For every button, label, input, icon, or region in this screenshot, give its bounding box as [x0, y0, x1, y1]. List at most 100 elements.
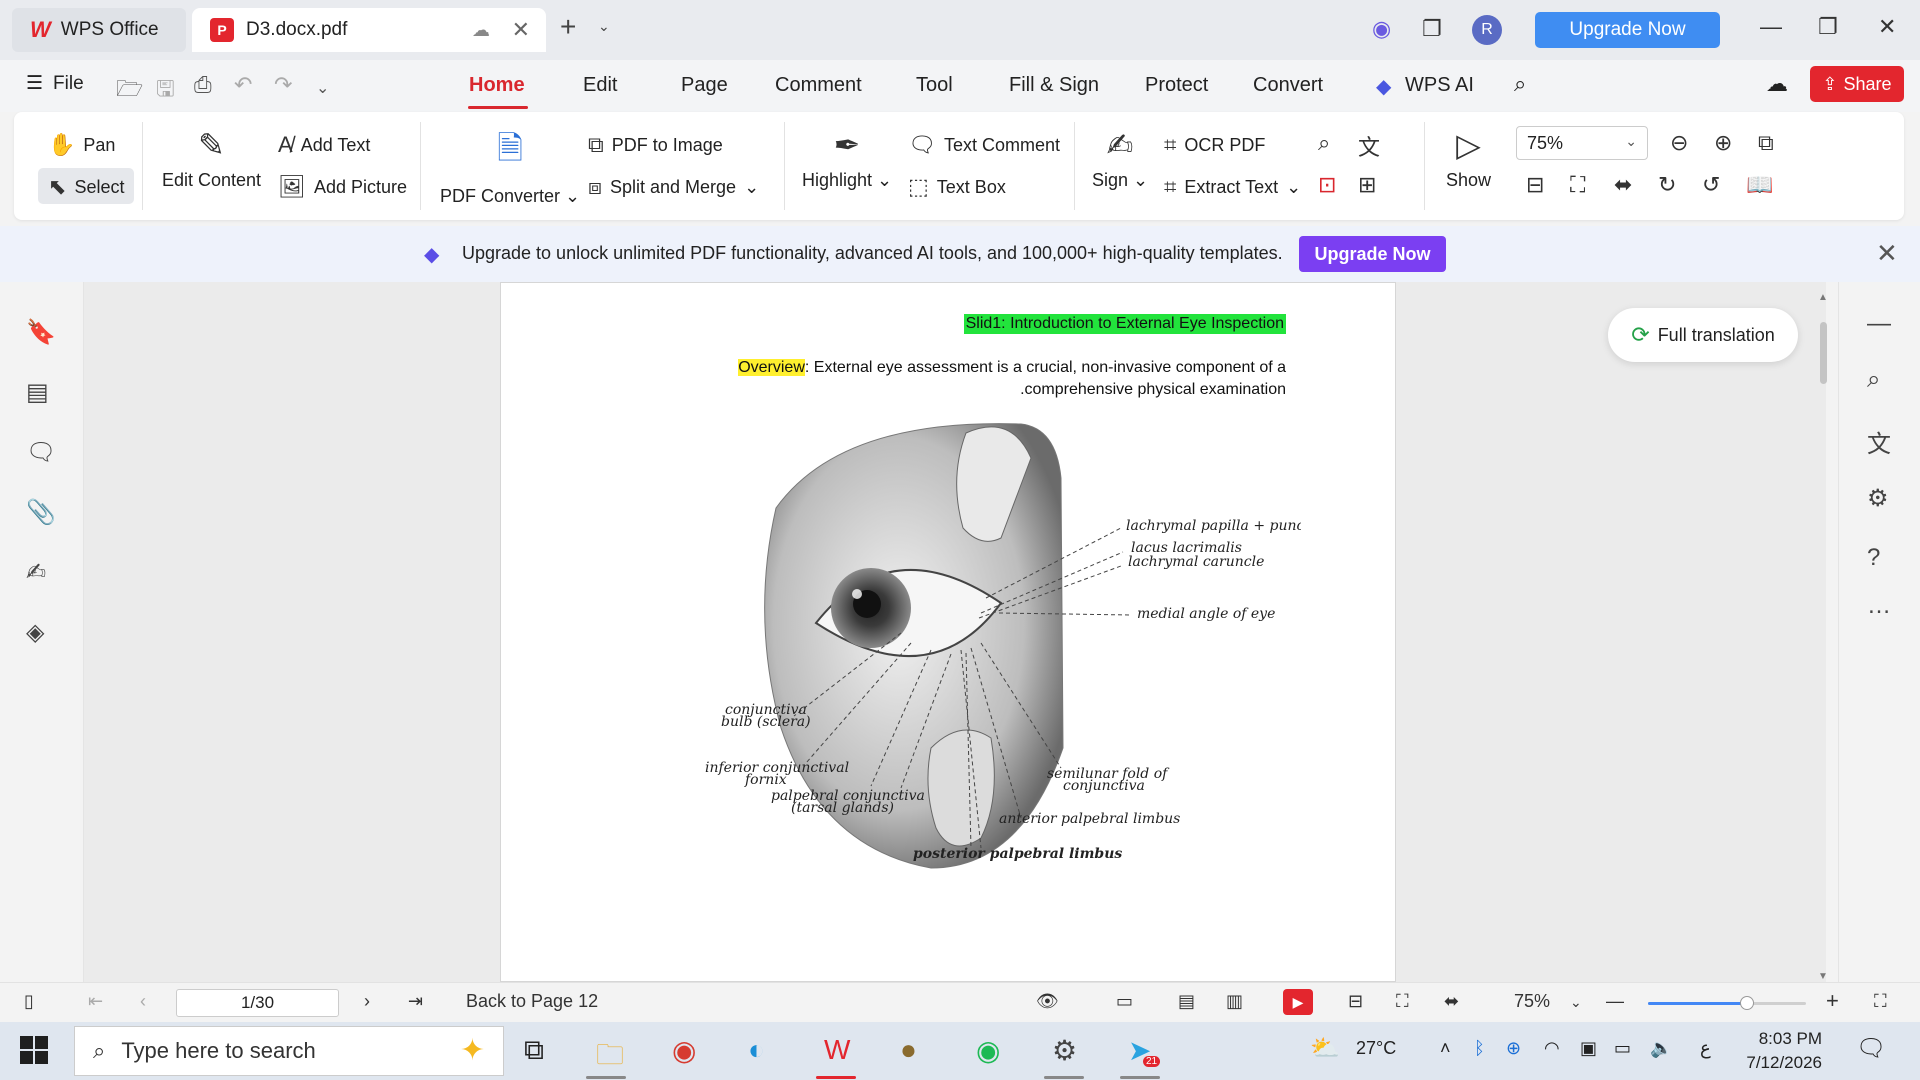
- select-button[interactable]: ⬉ Select: [48, 174, 124, 200]
- rotate-right-icon[interactable]: ↻: [1658, 172, 1676, 198]
- fullscreen-icon[interactable]: ⛶: [1874, 991, 1887, 1012]
- bluetooth-icon[interactable]: ᛒ: [1474, 1038, 1485, 1059]
- undo-icon[interactable]: ↶: [234, 72, 252, 98]
- two-page-icon[interactable]: ▥: [1226, 991, 1243, 1012]
- chevron-down-icon[interactable]: ⌄: [598, 18, 610, 35]
- comments-icon[interactable]: 🗨: [26, 438, 56, 467]
- banner-upgrade-button[interactable]: Upgrade Now: [1299, 236, 1446, 272]
- back-to-page-link[interactable]: Back to Page 12: [466, 991, 598, 1012]
- copilot-icon[interactable]: ◉: [1372, 16, 1391, 42]
- notifications-icon[interactable]: 🗨: [1856, 1034, 1886, 1063]
- single-page-icon[interactable]: ▭: [1116, 991, 1133, 1012]
- zoom-out-icon[interactable]: —: [1606, 991, 1624, 1012]
- menu-edit[interactable]: Edit: [583, 74, 617, 97]
- actual-size-icon[interactable]: ⊟: [1526, 172, 1544, 198]
- scrollbar-thumb[interactable]: [1820, 322, 1827, 384]
- chevron-down-icon[interactable]: ⌄: [1570, 994, 1582, 1011]
- fit-page-icon[interactable]: ⛶: [1570, 172, 1585, 198]
- sign-button[interactable]: ✍ Sign ⌄: [1092, 126, 1148, 191]
- thumbnails-icon[interactable]: ▤: [26, 378, 49, 407]
- next-page-icon[interactable]: ›: [364, 991, 370, 1012]
- show-button[interactable]: ▷ Show: [1446, 126, 1491, 191]
- wps-taskbar-icon[interactable]: W: [824, 1034, 850, 1066]
- ai-text-icon[interactable]: ⊞: [1358, 172, 1376, 198]
- pdf-to-image-button[interactable]: ⧉ PDF to Image: [588, 132, 723, 158]
- pan-button[interactable]: ✋ Pan: [48, 132, 115, 158]
- wifi-icon[interactable]: ◠: [1544, 1038, 1560, 1059]
- menu-tool[interactable]: Tool: [916, 74, 953, 97]
- menu-convert[interactable]: Convert: [1253, 74, 1323, 97]
- cloud-sync-icon[interactable]: ☁: [1766, 71, 1788, 97]
- last-page-icon[interactable]: ⇥: [408, 991, 423, 1012]
- menu-wps-ai[interactable]: WPS AI: [1405, 74, 1474, 97]
- menu-protect[interactable]: Protect: [1145, 74, 1208, 97]
- close-window-icon[interactable]: ✕: [1878, 14, 1896, 40]
- view-mode-icon[interactable]: ⧉: [1758, 130, 1774, 156]
- more-quick-access-icon[interactable]: ⌄: [316, 78, 329, 98]
- weather-icon[interactable]: ⛅: [1310, 1034, 1340, 1063]
- find-icon[interactable]: ⌕: [1318, 130, 1330, 156]
- system-clock[interactable]: 8:03 PM 7/12/2026: [1740, 1027, 1822, 1075]
- task-view-icon[interactable]: ⧉: [524, 1034, 544, 1067]
- menu-home[interactable]: Home: [469, 74, 525, 97]
- file-explorer-icon[interactable]: 🗀: [596, 1034, 624, 1080]
- ocr-pdf-button[interactable]: ⌗ OCR PDF: [1164, 132, 1265, 158]
- zoom-in-icon[interactable]: +: [1826, 988, 1839, 1014]
- collapse-icon[interactable]: —: [1867, 310, 1891, 338]
- fit-width-icon[interactable]: ⬌: [1444, 991, 1459, 1012]
- fit-page-icon[interactable]: ⛶: [1396, 991, 1409, 1012]
- attachment-icon[interactable]: 📎: [26, 498, 56, 527]
- extract-text-button[interactable]: ⌗ Extract Text ⌄: [1164, 174, 1301, 200]
- help-icon[interactable]: ?: [1867, 544, 1880, 572]
- add-picture-button[interactable]: 🖼 Add Picture: [278, 174, 407, 200]
- spotify-icon[interactable]: ◉: [976, 1034, 1000, 1067]
- settings-gear-icon[interactable]: ⚙: [1052, 1034, 1077, 1067]
- windows-start-icon[interactable]: [20, 1036, 48, 1064]
- translate-icon[interactable]: 文: [1867, 424, 1891, 459]
- upgrade-now-button[interactable]: Upgrade Now: [1535, 12, 1720, 48]
- tray-overflow-icon[interactable]: ˄: [1440, 1038, 1451, 1059]
- language-indicator[interactable]: ع: [1700, 1038, 1711, 1059]
- zoom-slider[interactable]: [1648, 996, 1806, 1010]
- window-switch-icon[interactable]: ❐: [1422, 16, 1442, 42]
- more-options-icon[interactable]: …: [1867, 592, 1891, 620]
- redo-icon[interactable]: ↷: [274, 72, 292, 98]
- pdf-converter-button[interactable]: 🗎 PDF Converter ⌄: [440, 126, 580, 207]
- close-banner-icon[interactable]: ✕: [1876, 238, 1898, 269]
- full-translation-button[interactable]: ⟳ Full translation: [1608, 308, 1798, 362]
- rotate-left-icon[interactable]: ↺: [1702, 172, 1720, 198]
- close-tab-icon[interactable]: ✕: [512, 17, 530, 43]
- zoom-select[interactable]: 75% ⌄: [1516, 126, 1648, 160]
- text-box-button[interactable]: ⬚ Text Box: [908, 174, 1006, 200]
- search-icon[interactable]: ⌕: [1514, 71, 1526, 97]
- play-icon[interactable]: ▶: [1283, 989, 1313, 1015]
- battery-icon[interactable]: ▭: [1614, 1038, 1631, 1059]
- share-button[interactable]: ⇪ Share: [1810, 66, 1904, 102]
- signature-icon[interactable]: ✍: [26, 558, 46, 587]
- text-comment-button[interactable]: 🗨 Text Comment: [908, 132, 1060, 158]
- layers-icon[interactable]: ◈: [26, 618, 44, 647]
- add-text-button[interactable]: A̸ Add Text: [278, 132, 370, 158]
- minimize-icon[interactable]: —: [1760, 14, 1782, 40]
- open-folder-icon[interactable]: 🗁: [116, 72, 143, 110]
- page-number-input[interactable]: 1/30: [176, 989, 339, 1017]
- vertical-scrollbar[interactable]: ▲ ▼: [1816, 292, 1830, 982]
- menu-page[interactable]: Page: [681, 74, 728, 97]
- edit-content-button[interactable]: ✎ Edit Content: [162, 126, 261, 191]
- first-page-icon[interactable]: ⇤: [88, 991, 103, 1012]
- scroll-down-icon[interactable]: ▼: [1818, 971, 1828, 982]
- settings-sliders-icon[interactable]: ⚙: [1867, 484, 1889, 513]
- avatar[interactable]: R: [1472, 15, 1502, 45]
- chrome-icon[interactable]: ◉: [672, 1034, 696, 1067]
- menu-comment[interactable]: Comment: [775, 74, 862, 97]
- scroll-up-icon[interactable]: ▲: [1818, 292, 1828, 303]
- bookmark-icon[interactable]: 🔖: [26, 318, 56, 347]
- sidebar-toggle-icon[interactable]: ▯: [24, 991, 34, 1012]
- eye-view-icon[interactable]: 👁: [1036, 991, 1059, 1012]
- temperature[interactable]: 27°C: [1356, 1038, 1396, 1059]
- zoom-slider-knob[interactable]: [1739, 996, 1754, 1010]
- save-icon[interactable]: 🖫: [156, 72, 175, 110]
- app-tab-wps-office[interactable]: W WPS Office: [12, 8, 186, 52]
- menu-fill-sign[interactable]: Fill & Sign: [1009, 74, 1099, 97]
- document-tab[interactable]: P D3.docx.pdf ☁ ✕: [192, 8, 546, 52]
